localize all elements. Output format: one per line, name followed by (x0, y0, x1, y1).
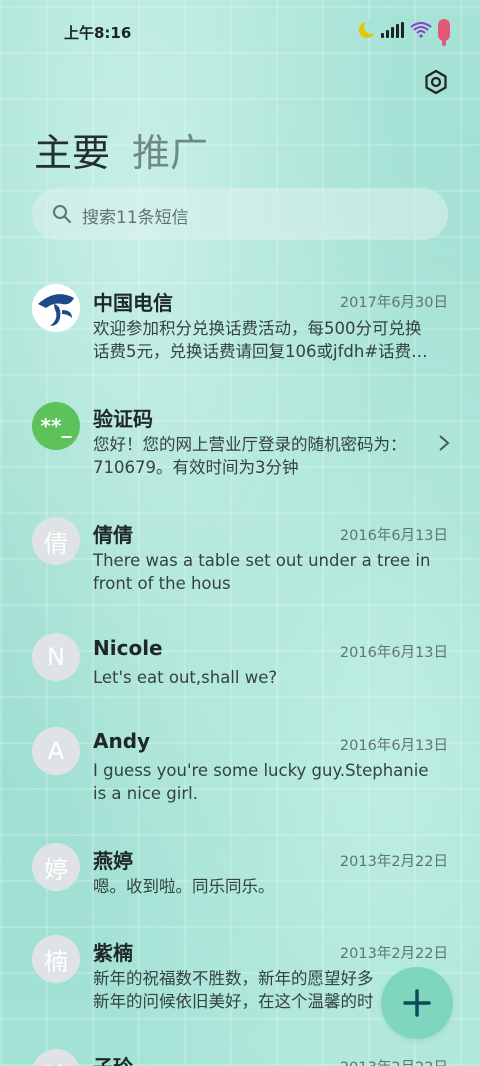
contact-avatar: 玲 (32, 1049, 80, 1066)
message-date: 2016年6月13日 (339, 738, 448, 754)
contact-avatar: N (32, 633, 80, 681)
settings-gear-icon[interactable] (423, 69, 449, 95)
search-bar[interactable]: 搜索11条短信 (32, 188, 448, 240)
status-time: 上午8:16 (64, 24, 132, 42)
status-icons (359, 19, 450, 46)
contact-name: Nicole (93, 636, 163, 660)
message-date: 2016年6月13日 (339, 645, 448, 661)
contact-avatar: 楠 (32, 935, 80, 983)
conversation-item[interactable]: 中国电信 2017年6月30日 欢迎参加积分兑换话费活动，每500分可兑换 话费… (0, 272, 480, 372)
contact-avatar: A (32, 727, 80, 775)
message-preview: 您好！您的网上营业厅登录的随机密码为： 710679。有效时间为3分钟 (93, 433, 449, 479)
wifi-icon (410, 22, 432, 38)
preview-line-1: Let's eat out,shall we? (93, 668, 278, 687)
message-preview: Let's eat out,shall we? (93, 666, 449, 689)
new-message-button[interactable] (381, 967, 453, 1039)
signal-icon (381, 22, 404, 38)
preview-line-1: 您好！您的网上营业厅登录的随机密码为： (93, 435, 407, 454)
contact-name: 中国电信 (93, 291, 173, 315)
china-telecom-logo-icon (32, 284, 80, 332)
battery-icon (438, 19, 450, 46)
contact-avatar: 倩 (32, 517, 80, 565)
message-date: 2013年2月22日 (340, 1056, 448, 1066)
message-date: 2013年2月22日 (339, 854, 448, 870)
tab-main[interactable]: 主要 (34, 122, 110, 177)
contact-avatar: 婷 (32, 843, 80, 891)
tab-promotions[interactable]: 推广 (132, 122, 208, 177)
message-preview: There was a table set out under a tree i… (93, 549, 449, 595)
contact-name: 燕婷 (93, 849, 133, 873)
preview-line-1: There was a table set out under a tree i… (93, 551, 431, 570)
conversation-item[interactable]: 倩 倩倩 2016年6月13日 There was a table set ou… (0, 504, 480, 604)
plus-icon (403, 989, 431, 1017)
message-preview: I guess you're some lucky guy.Stephanie … (93, 759, 449, 805)
search-placeholder: 搜索11条短信 (82, 208, 189, 228)
preview-line-2: 710679。有效时间为3分钟 (93, 458, 299, 477)
conversation-item[interactable]: A Andy 2016年6月13日 I guess you're some lu… (0, 714, 480, 814)
preview-line-2: is a nice girl. (93, 784, 198, 803)
message-date: 2017年6月30日 (339, 295, 448, 311)
conversation-item[interactable]: 玲 子玲 2013年2月22日 (0, 1036, 480, 1066)
message-date: 2016年6月13日 (339, 528, 448, 544)
contact-name: 紫楠 (93, 941, 133, 965)
contact-name: 倩倩 (93, 523, 133, 547)
preview-line-2: front of the hous (93, 574, 231, 593)
do-not-disturb-icon (359, 20, 378, 38)
preview-line-2: 话费5元，兑换话费请回复106或jfdh#话费… (93, 342, 428, 361)
search-icon (53, 205, 71, 223)
conversation-item[interactable]: N Nicole 2016年6月13日 Let's eat out,shall … (0, 620, 480, 700)
contact-name: 子玲 (93, 1051, 133, 1066)
message-preview: 嗯。收到啦。同乐同乐。 (93, 875, 449, 898)
contact-name: 验证码 (93, 407, 153, 431)
preview-line-1: 新年的祝福数不胜数，新年的愿望好多 (93, 969, 374, 988)
message-date: 2013年2月22日 (339, 946, 448, 962)
preview-line-1: 欢迎参加积分兑换话费活动，每500分可兑换 (93, 319, 422, 338)
status-bar: 上午8:16 (0, 0, 480, 60)
message-preview: 欢迎参加积分兑换话费活动，每500分可兑换 话费5元，兑换话费请回复106或jf… (93, 317, 449, 363)
tab-bar: 主要 推广 (34, 122, 208, 177)
preview-line-1: 嗯。收到啦。同乐同乐。 (93, 877, 275, 896)
conversation-item[interactable]: 婷 燕婷 2013年2月22日 嗯。收到啦。同乐同乐。 (0, 830, 480, 910)
preview-line-1: I guess you're some lucky guy.Stephanie (93, 761, 429, 780)
chevron-right-icon[interactable] (438, 434, 450, 452)
preview-line-2: 新年的问候依旧美好，在这个温馨的时 (93, 992, 374, 1011)
contact-name: Andy (93, 729, 151, 753)
conversation-item[interactable]: **_ 验证码 您好！您的网上营业厅登录的随机密码为： 710679。有效时间为… (0, 388, 480, 488)
message-preview: 新年的祝福数不胜数，新年的愿望好多 新年的问候依旧美好，在这个温馨的时 (93, 967, 393, 1013)
verification-code-avatar: **_ (32, 402, 80, 450)
